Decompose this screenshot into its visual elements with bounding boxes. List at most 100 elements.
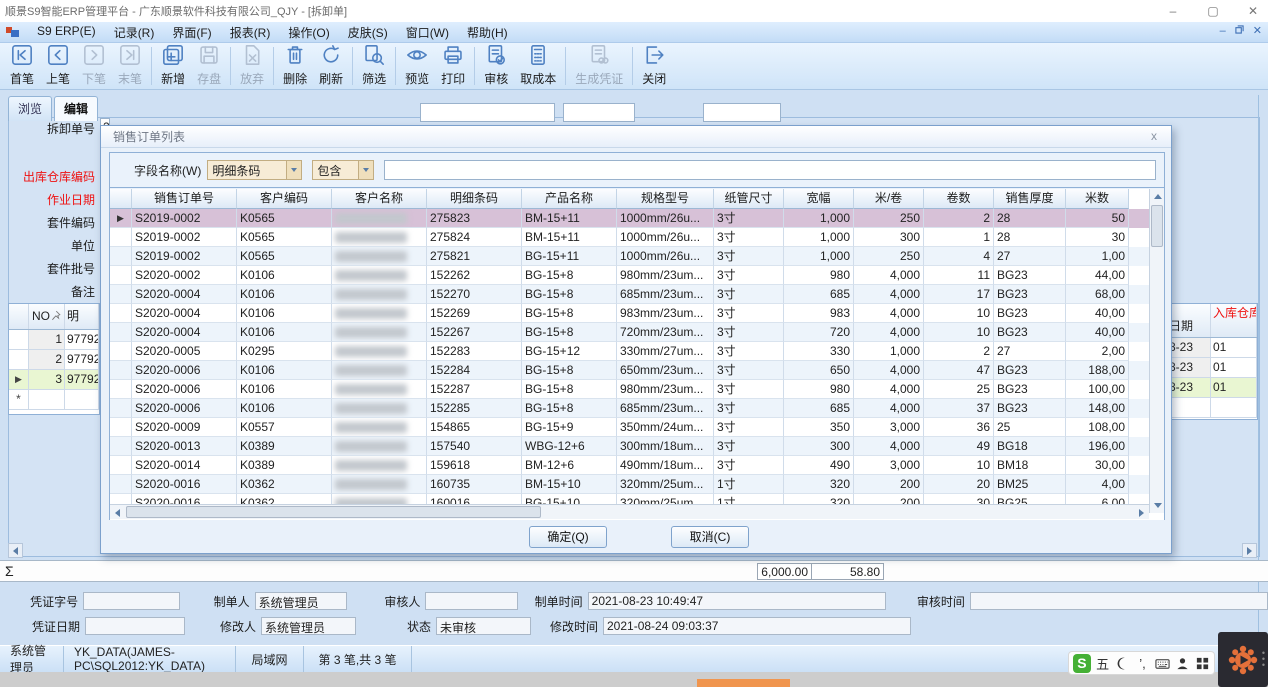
cost-button[interactable]: 取成本 bbox=[514, 42, 562, 90]
table-cell: 685 bbox=[784, 285, 854, 304]
moon-icon[interactable] bbox=[1115, 655, 1131, 672]
table-row[interactable]: S2020-0016K0362160735BM-15+10320mm/25um.… bbox=[110, 475, 1164, 494]
menu-item[interactable]: 窗口(W) bbox=[397, 22, 458, 43]
delete-button[interactable]: 删除 bbox=[277, 42, 313, 90]
filter-field-combobox[interactable]: 明细条码 bbox=[207, 160, 302, 180]
detail-row[interactable]: 8-2301 bbox=[1167, 378, 1257, 398]
column-header[interactable]: 销售厚度 bbox=[994, 189, 1066, 209]
menu-item[interactable]: 记录(R) bbox=[105, 22, 164, 43]
table-row[interactable]: S2020-0006K0106152284BG-15+8650mm/23um..… bbox=[110, 361, 1164, 380]
main-grid-hscroll-left[interactable] bbox=[8, 543, 23, 558]
table-row[interactable]: S2020-0002K0106152262BG-15+8980mm/23um..… bbox=[110, 266, 1164, 285]
column-header[interactable]: 规格型号 bbox=[617, 189, 714, 209]
preview-button[interactable]: 预览 bbox=[399, 42, 435, 90]
column-header[interactable]: 客户编码 bbox=[237, 189, 332, 209]
table-cell: K0389 bbox=[237, 437, 332, 456]
table-cell: 37 bbox=[924, 399, 994, 418]
column-header[interactable]: 明细条码 bbox=[427, 189, 522, 209]
menu-item[interactable]: 操作(O) bbox=[279, 22, 338, 43]
cancel-button[interactable]: 取消(C) bbox=[671, 526, 749, 548]
refresh-button[interactable]: 刷新 bbox=[313, 42, 349, 90]
menu-item[interactable]: S9 ERP(E) bbox=[28, 22, 105, 43]
toolbar-separator bbox=[151, 47, 152, 85]
floating-app-icon[interactable]: ••• bbox=[1218, 632, 1268, 687]
dialog-close-button[interactable]: x bbox=[1147, 129, 1161, 143]
scroll-up-icon[interactable] bbox=[1150, 189, 1165, 204]
table-horizontal-scrollbar[interactable] bbox=[110, 504, 1149, 519]
column-header[interactable]: 销售订单号 bbox=[132, 189, 237, 209]
menu-item[interactable]: 报表(R) bbox=[221, 22, 280, 43]
punctuation-icon[interactable]: ’, bbox=[1135, 655, 1151, 672]
column-header[interactable]: 客户名称 bbox=[332, 189, 427, 209]
confirm-button[interactable]: 确定(Q) bbox=[529, 526, 607, 548]
table-cell: BG23 bbox=[994, 323, 1066, 342]
person-icon[interactable] bbox=[1174, 655, 1190, 672]
table-row[interactable]: S2020-0006K0106152287BG-15+8980mm/23um..… bbox=[110, 380, 1164, 399]
menu-item[interactable]: 帮助(H) bbox=[458, 22, 517, 43]
menu-item[interactable]: 界面(F) bbox=[163, 22, 220, 43]
table-row[interactable]: S2020-0005K0295152283BG-15+12330mm/27um.… bbox=[110, 342, 1164, 361]
table-cell: 196,00 bbox=[1066, 437, 1129, 456]
table-cell: BM18 bbox=[994, 456, 1066, 475]
detail-row[interactable]: 197792 bbox=[9, 330, 99, 350]
keyboard-icon[interactable] bbox=[1154, 655, 1170, 672]
column-header[interactable]: 宽幅 bbox=[784, 189, 854, 209]
main-grid-hscroll-right[interactable] bbox=[1242, 543, 1257, 558]
filter-button[interactable]: 筛选 bbox=[356, 42, 392, 90]
mdi-close-button[interactable]: ✕ bbox=[1253, 24, 1262, 37]
sogou-icon[interactable]: S bbox=[1073, 654, 1091, 673]
column-header[interactable]: 卷数 bbox=[924, 189, 994, 209]
detail-row[interactable]: ▶397792 bbox=[9, 370, 99, 390]
vertical-scroll-thumb[interactable] bbox=[1151, 205, 1163, 247]
new-row[interactable]: * bbox=[9, 390, 99, 410]
table-cell: 650 bbox=[784, 361, 854, 380]
table-cell: S2020-0004 bbox=[132, 304, 237, 323]
detail-row[interactable]: 8-2301 bbox=[1167, 338, 1257, 358]
column-header[interactable]: 米/卷 bbox=[854, 189, 924, 209]
table-row[interactable]: S2020-0013K0389157540WBG-12+6300mm/18um.… bbox=[110, 437, 1164, 456]
table-row[interactable]: S2020-0009K0557154865BG-15+9350mm/24um..… bbox=[110, 418, 1164, 437]
exit-button[interactable]: 关闭 bbox=[636, 42, 672, 90]
filter-operator-combobox[interactable]: 包含 bbox=[312, 160, 374, 180]
scroll-right-icon[interactable] bbox=[1134, 505, 1149, 520]
print-button[interactable]: 打印 bbox=[435, 42, 471, 90]
filter-search-input[interactable] bbox=[384, 160, 1156, 180]
mdi-restore-button[interactable] bbox=[1235, 25, 1244, 37]
first-record-button[interactable]: 首笔 bbox=[4, 42, 40, 90]
prev-record-button[interactable]: 上笔 bbox=[40, 42, 76, 90]
horizontal-scroll-thumb[interactable] bbox=[126, 506, 541, 518]
column-header[interactable]: 纸管尺寸 bbox=[714, 189, 784, 209]
table-row[interactable]: S2019-0002K0565275824BM-15+111000mm/26u.… bbox=[110, 228, 1164, 247]
chevron-down-icon[interactable] bbox=[286, 161, 301, 179]
table-row[interactable]: S2020-0004K0106152270BG-15+8685mm/23um..… bbox=[110, 285, 1164, 304]
table-row[interactable]: S2020-0004K0106152269BG-15+8983mm/23um..… bbox=[110, 304, 1164, 323]
chevron-down-icon[interactable] bbox=[358, 161, 373, 179]
table-cell bbox=[332, 228, 427, 247]
grid-icon[interactable] bbox=[1194, 655, 1210, 672]
add-button[interactable]: 新增 bbox=[155, 42, 191, 90]
table-vertical-scrollbar[interactable] bbox=[1149, 189, 1164, 513]
column-header[interactable]: 产品名称 bbox=[522, 189, 617, 209]
table-cell: K0106 bbox=[237, 380, 332, 399]
window-close-button[interactable]: ✕ bbox=[1246, 4, 1260, 18]
detail-row[interactable]: 297792 bbox=[9, 350, 99, 370]
window-minimize-button[interactable]: – bbox=[1166, 4, 1180, 18]
scroll-down-icon[interactable] bbox=[1150, 498, 1165, 513]
audit-button[interactable]: 审核 bbox=[478, 42, 514, 90]
table-row[interactable]: S2019-0002K0565275821BG-15+111000mm/26u.… bbox=[110, 247, 1164, 266]
table-row[interactable]: S2020-0004K0106152267BG-15+8720mm/23um..… bbox=[110, 323, 1164, 342]
mdi-minimize-button[interactable]: – bbox=[1220, 25, 1226, 37]
column-header[interactable]: 米数 bbox=[1066, 189, 1129, 209]
table-cell: 350 bbox=[784, 418, 854, 437]
table-cell bbox=[332, 304, 427, 323]
table-cell: 490 bbox=[784, 456, 854, 475]
table-row[interactable]: S2020-0006K0106152285BG-15+8685mm/23um..… bbox=[110, 399, 1164, 418]
table-row[interactable]: S2020-0014K0389159618BM-12+6490mm/18um..… bbox=[110, 456, 1164, 475]
detail-row[interactable]: 8-2301 bbox=[1167, 358, 1257, 378]
menu-item[interactable]: 皮肤(S) bbox=[339, 22, 397, 43]
table-row[interactable]: ▶S2019-0002K0565275823BM-15+111000mm/26u… bbox=[110, 209, 1164, 228]
scroll-left-icon[interactable] bbox=[110, 505, 125, 520]
statusbar-segment: YK_DATA(JAMES-PC\SQL2012:YK_DATA) bbox=[64, 646, 236, 672]
window-maximize-button[interactable]: ▢ bbox=[1206, 4, 1220, 18]
wubi-icon[interactable]: 五 bbox=[1095, 655, 1111, 672]
